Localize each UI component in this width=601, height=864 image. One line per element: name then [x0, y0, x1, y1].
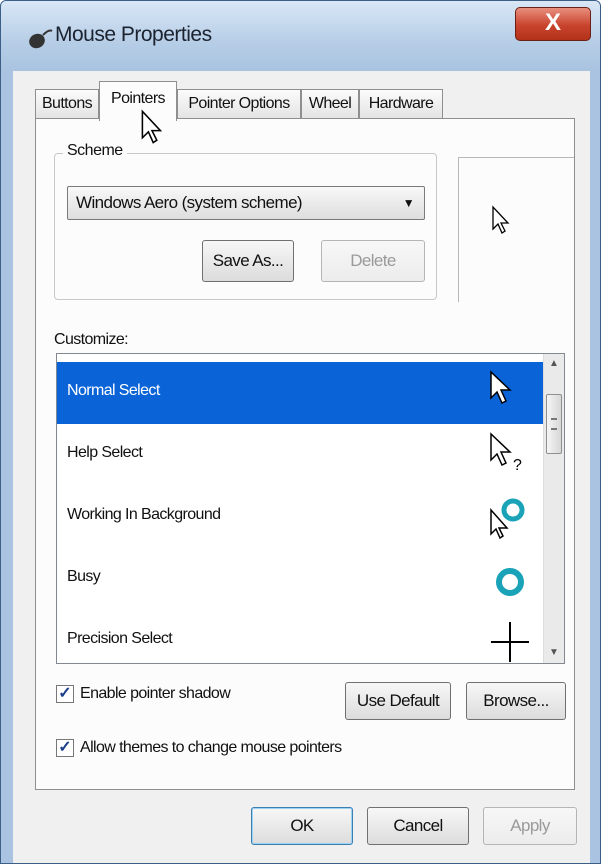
list-item-label: Precision Select	[67, 630, 173, 647]
customize-label: Customize:	[54, 331, 129, 348]
enable-shadow-checkbox[interactable]: ✓	[56, 685, 74, 703]
cursor-list[interactable]: Normal Select Help Select ? Working In B…	[56, 353, 565, 664]
busy-ring-icon	[496, 568, 524, 596]
apply-button[interactable]: Apply	[483, 807, 577, 845]
list-item-label: Busy	[67, 568, 101, 585]
list-item[interactable]: Busy	[57, 548, 544, 610]
scheme-selected-value: Windows Aero (system scheme)	[76, 193, 303, 212]
enable-shadow-label: Enable pointer shadow	[80, 685, 231, 702]
cancel-button[interactable]: Cancel	[367, 807, 469, 845]
list-item-label: Normal Select	[67, 382, 160, 399]
title-bar[interactable]: Mouse Properties X	[1, 1, 600, 71]
mouse-icon	[29, 29, 53, 49]
list-item[interactable]: Precision Select	[57, 610, 544, 663]
delete-button[interactable]: Delete	[321, 240, 425, 282]
scheme-group-label: Scheme	[63, 142, 127, 160]
cursor-preview	[458, 157, 574, 302]
browse-button[interactable]: Browse...	[466, 682, 566, 720]
save-as-button[interactable]: Save As...	[202, 240, 294, 282]
svg-text:?: ?	[513, 457, 522, 474]
list-item[interactable]: Normal Select	[57, 362, 544, 424]
arrow-cursor-icon	[490, 370, 512, 405]
scheme-group: Scheme Windows Aero (system scheme) ▼ Sa…	[54, 142, 437, 300]
window-frame-left	[1, 71, 13, 863]
tab-buttons[interactable]: Buttons	[35, 89, 99, 119]
help-cursor-icon: ?	[490, 432, 522, 474]
tab-wheel[interactable]: Wheel	[301, 89, 359, 119]
arrow-cursor-icon	[492, 205, 510, 234]
mouse-pointer-cursor-icon	[141, 109, 163, 144]
allow-themes-checkbox[interactable]: ✓	[56, 739, 74, 757]
scroll-thumb[interactable]	[546, 394, 562, 454]
allow-themes-label: Allow themes to change mouse pointers	[80, 739, 342, 756]
scroll-up-icon[interactable]: ▲	[544, 354, 564, 374]
list-item[interactable]: Working In Background	[57, 486, 544, 548]
tab-hardware[interactable]: Hardware	[359, 89, 443, 119]
list-item-label: Help Select	[67, 444, 143, 461]
window-title: Mouse Properties	[55, 23, 212, 46]
close-button[interactable]: X	[515, 7, 591, 41]
list-item-label: Working In Background	[67, 506, 221, 523]
chevron-down-icon: ▼	[402, 196, 415, 210]
ok-button[interactable]: OK	[251, 807, 353, 845]
working-cursor-icon	[490, 498, 525, 540]
window-frame-right	[590, 71, 600, 863]
scheme-dropdown[interactable]: Windows Aero (system scheme) ▼	[67, 186, 425, 220]
list-item[interactable]: Help Select ?	[57, 424, 544, 486]
scroll-down-icon[interactable]: ▼	[544, 643, 564, 663]
pointers-tab-panel: Scheme Windows Aero (system scheme) ▼ Sa…	[35, 118, 575, 790]
tab-pointer-options[interactable]: Pointer Options	[177, 89, 301, 119]
crosshair-icon	[491, 622, 529, 662]
use-default-button[interactable]: Use Default	[345, 682, 451, 720]
tab-pointers[interactable]: Pointers	[99, 81, 177, 121]
dialog-client: Buttons Pointers Pointer Options Wheel H…	[13, 71, 590, 863]
vertical-scrollbar[interactable]: ▲ ▼	[543, 354, 564, 663]
mouse-properties-window: Mouse Properties X Buttons Pointers Poin…	[0, 0, 601, 864]
